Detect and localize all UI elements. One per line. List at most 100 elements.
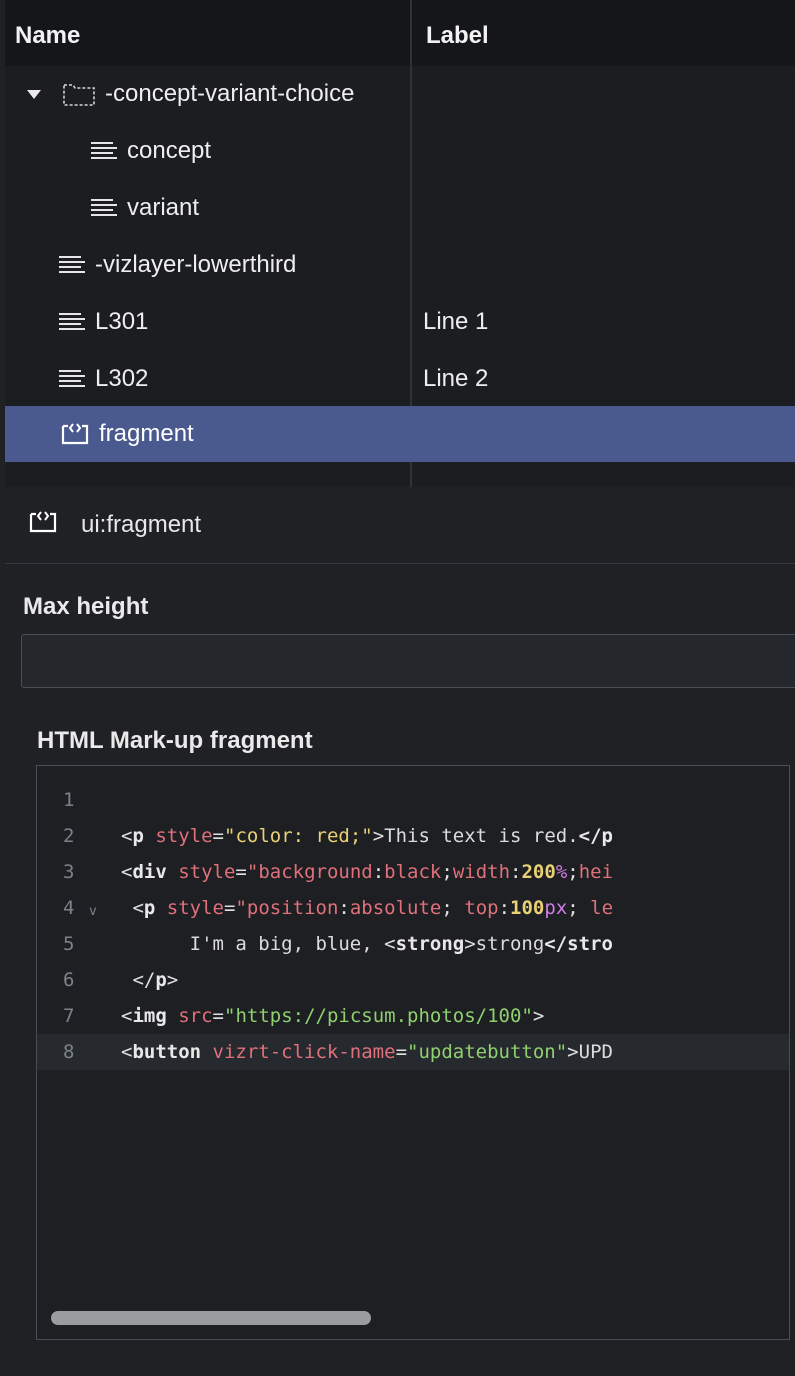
tree-row-variant[interactable]: variant (5, 180, 795, 236)
code-line: 6 </p> (37, 962, 789, 998)
line-number: 2 (63, 825, 75, 847)
token: < (121, 861, 133, 883)
token-tag: p (155, 969, 167, 991)
tree-row-l301[interactable]: L301 Line 1 (5, 294, 795, 350)
token-text: This text is red. (384, 825, 579, 847)
line-number: 4 (63, 897, 75, 919)
token-string: "color: red;" (224, 825, 373, 847)
token: : (372, 861, 385, 883)
code-line-active: 8 <button vizrt-click-name="updatebutton… (37, 1034, 789, 1070)
token: < (132, 897, 144, 919)
token: = (212, 1005, 224, 1027)
token-value: black (384, 861, 442, 883)
token-text: strong (475, 933, 545, 955)
text-lines-icon (57, 367, 87, 391)
token: ; (441, 861, 453, 883)
token-string: "https://picsum.photos/100" (224, 1005, 533, 1027)
token: ; (567, 897, 591, 919)
text-lines-icon (89, 196, 119, 220)
token-tag: img (132, 1005, 167, 1027)
tree-row-name: L302 (95, 365, 149, 392)
tree-row-name: -concept-variant-choice (105, 80, 355, 107)
token-attr: top (464, 897, 499, 919)
code-text: <p style="position:absolute; top:100px; … (121, 890, 613, 926)
token: > (372, 825, 385, 847)
token: < (121, 1005, 133, 1027)
tree-row-name-cell: -vizlayer-lowerthird (57, 237, 296, 293)
token-string: "position (235, 897, 339, 919)
token-attr: style (143, 825, 213, 847)
app-window: Name Label -concept-variant-choice conce… (5, 0, 795, 1376)
html-code-editor[interactable]: 1 2 <p style="color: red;">This text is … (36, 765, 790, 1340)
token-attr: hei (578, 861, 614, 883)
token: = (212, 825, 224, 847)
tree-row-l302[interactable]: L302 Line 2 (5, 351, 795, 407)
token: = (395, 1041, 408, 1063)
token: </ (132, 969, 156, 991)
token-tag: </p (578, 825, 613, 847)
horizontal-scrollbar[interactable] (51, 1311, 371, 1325)
token-text: I'm a big, blue, (121, 933, 385, 955)
code-line: 4 v <p style="position:absolute; top:100… (37, 890, 789, 926)
text-lines-icon (89, 139, 119, 163)
fold-chevron-icon[interactable]: v (89, 894, 97, 930)
code-text: <p style="color: red;">This text is red.… (121, 818, 613, 854)
token-attr: width (452, 861, 511, 883)
tree-row-label: Line 2 (423, 365, 489, 392)
code-line: 5 I'm a big, blue, <strong>strong</stro (37, 926, 789, 962)
tree-row-name: concept (127, 137, 212, 164)
token-unit: px (544, 897, 568, 919)
line-number: 6 (63, 969, 75, 991)
token-tag: p (143, 897, 156, 919)
tree-row-name: fragment (99, 420, 194, 447)
token-tag: div (132, 861, 167, 883)
expand-arrow-icon[interactable] (27, 89, 41, 99)
tree-row-name-cell: L301 (57, 294, 148, 350)
token-attr: style (166, 861, 236, 883)
line-number: 3 (63, 861, 75, 883)
token: ; (441, 897, 465, 919)
tree-row-concept[interactable]: concept (5, 123, 795, 179)
max-height-input[interactable] (21, 634, 795, 688)
code-line: 2 <p style="color: red;">This text is re… (37, 818, 789, 854)
tree-row-name: L301 (95, 308, 149, 335)
tree-row-vizlayer-lowerthird[interactable]: -vizlayer-lowerthird (5, 237, 795, 293)
tree-row-name-cell: L302 (57, 351, 148, 407)
token: < (384, 933, 396, 955)
html-fragment-label: HTML Mark-up fragment (37, 727, 313, 754)
tree-row-name: -vizlayer-lowerthird (95, 251, 297, 278)
token: ; (567, 861, 579, 883)
text-lines-icon (57, 253, 87, 277)
code-text: I'm a big, blue, <strong>strong</stro (121, 926, 613, 962)
tree-row-fragment[interactable]: fragment (5, 406, 795, 462)
max-height-label: Max height (23, 593, 149, 620)
code-line: 3 <div style="background:black;width:200… (37, 854, 789, 890)
token-tag: button (132, 1041, 202, 1063)
token-tag: p (132, 825, 144, 847)
text-lines-icon (57, 310, 87, 334)
token: = (235, 861, 247, 883)
tree-row-label: Line 1 (423, 308, 489, 335)
tree-row-concept-variant-choice[interactable]: -concept-variant-choice (5, 66, 795, 122)
properties-panel: ui:fragment Max height HTML Mark-up frag… (5, 487, 795, 1376)
code-line: 7 <img src="https://picsum.photos/100"> (37, 998, 789, 1034)
token: = (224, 897, 236, 919)
token-attr: src (166, 1005, 213, 1027)
token-tag: </stro (544, 933, 613, 955)
column-header-name[interactable]: Name (15, 0, 80, 66)
folder-icon (61, 80, 97, 108)
tree-row-name-cell: variant (89, 180, 199, 236)
token: : (510, 861, 522, 883)
tree-table: Name Label -concept-variant-choice conce… (5, 0, 795, 487)
fragment-icon (59, 421, 91, 447)
token-string: "background (246, 861, 373, 883)
token: < (121, 825, 133, 847)
column-header-label[interactable]: Label (426, 0, 489, 66)
token: > (464, 933, 476, 955)
properties-header: ui:fragment (5, 487, 795, 564)
code-line: 1 (37, 782, 789, 818)
code-text: <img src="https://picsum.photos/100"> (121, 998, 544, 1034)
token: > (567, 1041, 579, 1063)
